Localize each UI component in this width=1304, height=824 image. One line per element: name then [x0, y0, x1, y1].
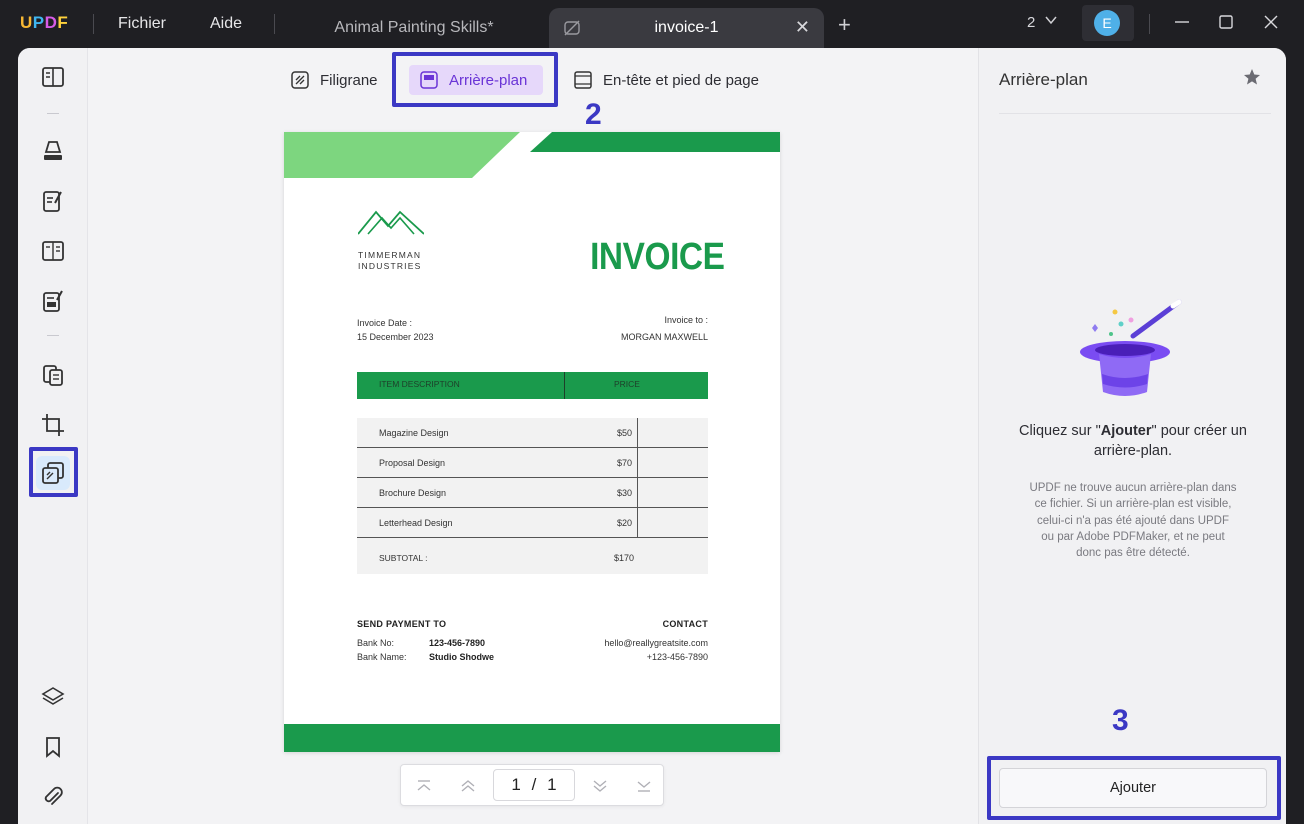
- contact-email: hello@reallygreatsite.com: [604, 638, 708, 648]
- invoice-to: MORGAN MAXWELL: [620, 332, 708, 342]
- col-item-description: ITEM DESCRIPTION: [379, 379, 460, 389]
- payment-heading: SEND PAYMENT TO: [357, 619, 447, 629]
- table-body: Magazine Design $50 Proposal Design $70 …: [357, 418, 708, 574]
- layers-icon: [41, 687, 65, 705]
- bookmark-button[interactable]: [36, 730, 70, 764]
- watermark-button[interactable]: Filigrane: [290, 68, 378, 92]
- highlight-box-2: [392, 52, 558, 107]
- convert-icon: [43, 365, 63, 386]
- toolbar-divider: [47, 335, 59, 336]
- avatar: E: [1094, 10, 1120, 36]
- title-bar: UPDF Fichier Aide Animal Painting Skills…: [0, 0, 1304, 48]
- table-row: Magazine Design $50: [357, 418, 708, 448]
- last-page-icon[interactable]: [635, 777, 653, 795]
- background-panel: Arrière-plan Cliquez sur "Ajouter" pour …: [978, 48, 1286, 824]
- form-icon: [43, 290, 63, 312]
- first-page-icon[interactable]: [415, 777, 433, 795]
- comment-button[interactable]: [36, 134, 70, 168]
- paperclip-icon: [44, 786, 63, 805]
- invoice-date-label: Invoice Date :: [357, 318, 413, 328]
- highlight-box-1: [29, 447, 78, 497]
- pages-icon: [42, 241, 64, 261]
- account-button[interactable]: E: [1082, 5, 1134, 41]
- page-footer-banner: [284, 724, 780, 752]
- invoice-title: INVOICE: [590, 236, 725, 278]
- table-header: ITEM DESCRIPTION PRICE: [357, 372, 708, 399]
- tab-invoice-1[interactable]: invoice-1 ✕: [549, 8, 824, 48]
- bank-no: 123-456-7890: [429, 638, 486, 648]
- title-separator: [93, 14, 94, 34]
- form-button[interactable]: [36, 284, 70, 318]
- panel-prompt: Cliquez sur "Ajouter" pour créer un arri…: [1019, 423, 1247, 459]
- tab-title: invoice-1: [654, 19, 719, 36]
- bank-name-label: Bank Name:: [357, 652, 407, 662]
- maximize-icon[interactable]: [1216, 12, 1236, 32]
- crop-icon: [42, 414, 64, 436]
- page-navigator: 1 / 1: [400, 764, 664, 806]
- contact-heading: CONTACT: [662, 619, 708, 629]
- watermark-label: Filigrane: [320, 71, 378, 89]
- table-divider: [637, 418, 638, 538]
- title-separator: [274, 14, 275, 34]
- invoice-to-label: Invoice to :: [664, 315, 708, 325]
- edit-document-icon: [43, 191, 62, 212]
- reader-mode-button[interactable]: [36, 60, 70, 94]
- edit-pdf-button[interactable]: [36, 184, 70, 218]
- contact-phone: +123-456-7890: [646, 652, 708, 662]
- star-icon[interactable]: [1243, 68, 1261, 86]
- book-icon: [42, 67, 64, 87]
- menu-aide[interactable]: Aide: [210, 15, 242, 33]
- left-toolbar: [18, 48, 88, 824]
- tab-animal-painting-skills[interactable]: Animal Painting Skills*: [290, 8, 538, 48]
- minimize-icon[interactable]: [1172, 12, 1192, 32]
- new-tab-icon[interactable]: +: [838, 12, 851, 38]
- window-count[interactable]: 2: [1027, 14, 1035, 31]
- magic-hat-icon: [1080, 299, 1182, 396]
- table-divider: [564, 372, 565, 399]
- title-separator: [1149, 14, 1150, 34]
- highlighter-icon: [44, 141, 62, 160]
- bank-name: Studio Shodwe: [429, 652, 494, 662]
- toolbar-divider: [47, 113, 59, 114]
- highlight-box-3: [987, 756, 1281, 820]
- table-row: Letterhead Design $20: [357, 508, 708, 538]
- subtotal-row: SUBTOTAL : $170: [379, 553, 635, 563]
- bank-no-label: Bank No:: [357, 638, 395, 648]
- layers-button[interactable]: [36, 680, 70, 714]
- organize-pages-button[interactable]: [36, 234, 70, 268]
- panel-divider: [999, 113, 1271, 114]
- step-number: 3: [1112, 704, 1129, 737]
- previous-page-icon[interactable]: [459, 777, 477, 795]
- col-price: PRICE: [614, 379, 640, 389]
- updf-window: UPDF Fichier Aide Animal Painting Skills…: [0, 0, 1304, 824]
- company-name: TIMMERMAN INDUSTRIES: [358, 250, 422, 271]
- attachment-button[interactable]: [36, 780, 70, 814]
- crop-button[interactable]: [36, 408, 70, 442]
- pdf-page: TIMMERMAN INDUSTRIES INVOICE Invoice Dat…: [284, 132, 780, 752]
- page-number-field[interactable]: 1 / 1: [493, 769, 575, 801]
- invoice-date: 15 December 2023: [357, 332, 434, 342]
- bookmark-icon: [46, 737, 60, 758]
- page-header-banner: [284, 132, 780, 178]
- header-footer-icon: [574, 71, 592, 89]
- table-row: Proposal Design $70: [357, 448, 708, 478]
- close-window-icon[interactable]: [1261, 12, 1281, 32]
- table-row: Brochure Design $30: [357, 478, 708, 508]
- close-tab-icon[interactable]: ✕: [795, 17, 810, 38]
- menu-fichier[interactable]: Fichier: [118, 15, 166, 33]
- header-footer-label: En-tête et pied de page: [603, 71, 759, 89]
- watermark-icon: [291, 71, 309, 89]
- header-footer-button[interactable]: En-tête et pied de page: [573, 68, 759, 92]
- step-number: 2: [585, 98, 602, 131]
- chevron-down-icon[interactable]: [1044, 13, 1058, 27]
- convert-button[interactable]: [36, 358, 70, 392]
- company-logo: [358, 210, 424, 235]
- main-frame: 1 Filigrane Arrière-plan En-tête et pied…: [18, 48, 1286, 824]
- next-page-icon[interactable]: [591, 777, 609, 795]
- updf-logo: UPDF: [20, 13, 69, 32]
- document-area: Filigrane Arrière-plan En-tête et pied d…: [88, 48, 978, 824]
- panel-note: UPDF ne trouve aucun arrière-plan dans c…: [1029, 482, 1237, 560]
- panel-title: Arrière-plan: [999, 70, 1088, 89]
